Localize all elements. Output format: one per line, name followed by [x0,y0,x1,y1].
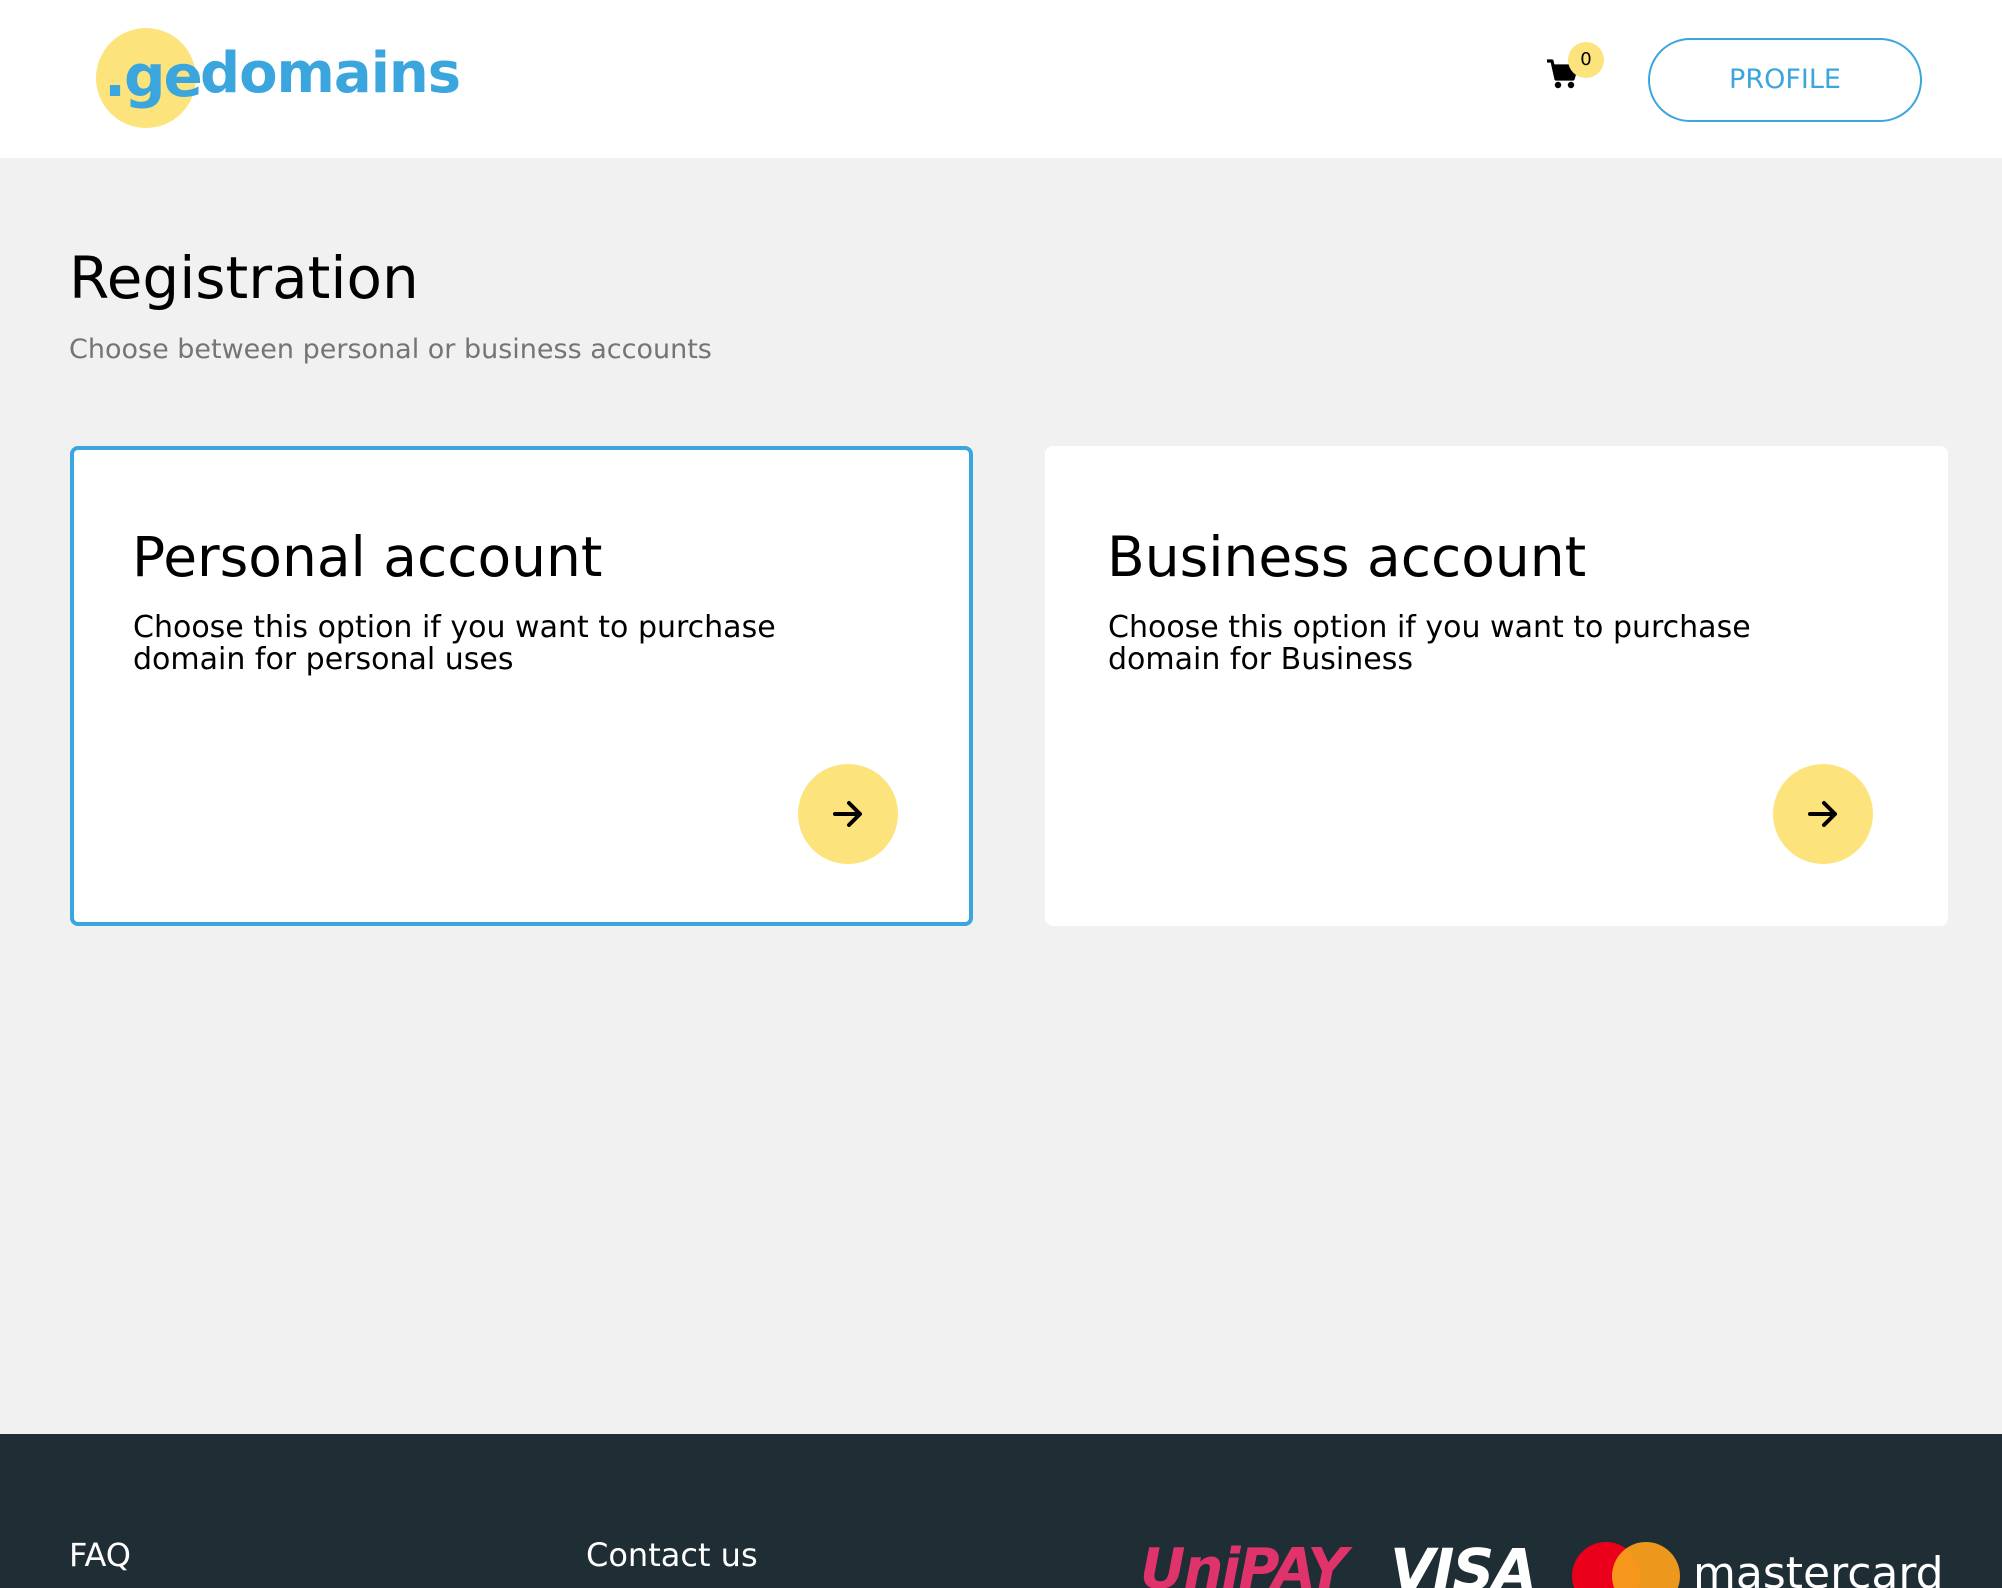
profile-button[interactable]: PROFILE [1648,38,1922,122]
logo-prefix: .ge [104,42,203,110]
site-header: .ge domains 0 PROFILE [0,0,2002,158]
business-account-next-button[interactable] [1773,764,1873,864]
faq-link[interactable]: FAQ [69,1535,131,1575]
payment-logos: UniPAY VISA mastercard [1140,1530,1940,1588]
cart-button[interactable]: 0 [1540,42,1604,100]
card-description: Choose this option if you want to purcha… [1108,610,1751,677]
mastercard-logo: mastercard [1693,1548,1940,1588]
contact-us-link[interactable]: Contact us [586,1535,758,1575]
card-description: Choose this option if you want to purcha… [133,610,776,677]
business-account-card[interactable]: Business account Choose this option if y… [1045,446,1948,926]
arrow-right-icon [833,801,862,827]
card-title: Personal account [132,525,603,589]
card-title: Business account [1107,525,1587,589]
unipay-logo: UniPAY [1140,1537,1348,1588]
personal-account-card[interactable]: Personal account Choose this option if y… [70,446,973,926]
visa-logo: VISA [1390,1536,1537,1588]
personal-account-next-button[interactable] [798,764,898,864]
arrow-right-icon [1808,801,1837,827]
page-title: Registration [69,244,419,312]
page-subtitle: Choose between personal or business acco… [69,334,712,365]
cart-count-badge: 0 [1568,42,1604,78]
site-logo[interactable]: .ge domains [96,26,461,130]
mastercard-circles-logo [1572,1542,1682,1588]
logo-name: domains [200,41,461,106]
